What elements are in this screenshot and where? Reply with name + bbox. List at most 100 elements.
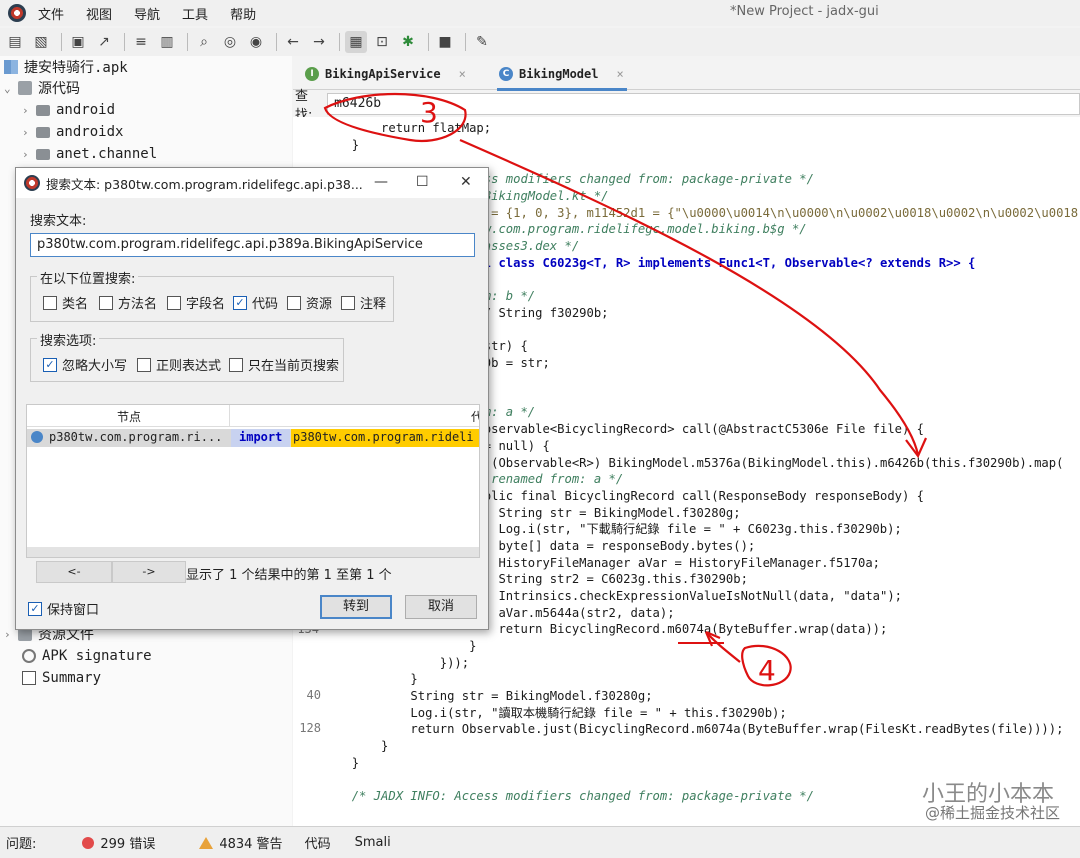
minimize-icon[interactable]: — [374, 174, 388, 190]
maximize-icon[interactable]: ☐ [416, 174, 429, 190]
tree-source-label: 源代码 [38, 81, 80, 97]
checkbox-box[interactable] [43, 295, 57, 310]
menu-file[interactable]: 文件 [38, 4, 64, 23]
back-icon[interactable]: ← [282, 31, 304, 53]
tab-code[interactable]: 代码 [305, 833, 331, 852]
tree-package-android[interactable]: › android [22, 99, 115, 121]
result-code: p380tw.com.program.rideli [291, 429, 479, 447]
chevron-right-icon[interactable]: › [22, 148, 36, 161]
toolbar-divider [187, 33, 188, 51]
next-page-button[interactable]: -> [112, 561, 186, 583]
search-options-group: 搜索选项: ✓ 忽略大小写 正则表达式 只在当前页搜索 [30, 330, 344, 382]
menu-help[interactable]: 帮助 [230, 4, 256, 23]
watermark: @稀土掘金技术社区 [924, 804, 1060, 822]
code-line: } [293, 672, 418, 686]
checkbox-box[interactable] [167, 295, 181, 310]
tree-source-code[interactable]: ⌄ 源代码 [4, 77, 80, 99]
checkbox-code[interactable]: ✓ 代码 [233, 293, 278, 312]
code-line: } [293, 756, 360, 770]
error-count[interactable]: 299 错误 [100, 833, 155, 852]
horizontal-scrollbar[interactable] [27, 547, 479, 557]
prev-page-button[interactable]: <- [36, 561, 112, 583]
checkbox-ignore-case[interactable]: ✓ 忽略大小写 [43, 355, 127, 374]
debug-bug-icon[interactable]: ✱ [397, 31, 419, 53]
toolbar-divider [465, 33, 466, 51]
checkbox-current-page[interactable]: 只在当前页搜索 [229, 355, 339, 374]
menu-navigation[interactable]: 导航 [134, 4, 160, 23]
column-divider[interactable] [229, 405, 230, 427]
checkbox-field-name[interactable]: 字段名 [167, 293, 225, 312]
menu-tools[interactable]: 工具 [182, 4, 208, 23]
checkbox-comments[interactable]: 注释 [341, 293, 386, 312]
search-text-dialog: 搜索文本: p380tw.com.program.ridelifegc.api.… [15, 167, 489, 630]
close-icon[interactable]: × [616, 67, 623, 81]
flatten-packages-icon[interactable]: ▥ [156, 31, 178, 53]
checkbox-class-name[interactable]: 类名 [43, 293, 88, 312]
deobfuscation-icon[interactable]: ▦ [345, 31, 367, 53]
close-icon[interactable]: ✕ [460, 174, 472, 190]
checkbox-regex[interactable]: 正则表达式 [137, 355, 221, 374]
menu-bar: 文件 视图 导航 工具 帮助 *New Project - jadx-gui [0, 0, 1080, 26]
export-icon[interactable]: ↗ [93, 31, 115, 53]
cancel-button[interactable]: 取消 [405, 595, 477, 619]
checkbox-box[interactable]: ✓ [233, 295, 247, 310]
checkbox-box[interactable] [341, 295, 355, 310]
warning-icon [199, 836, 214, 849]
quick-search-icon[interactable]: ⊡ [371, 31, 393, 53]
menu-view[interactable]: 视图 [86, 4, 112, 23]
sync-tree-icon[interactable]: ≡ [130, 31, 152, 53]
log-viewer-icon[interactable]: ■ [434, 31, 456, 53]
column-node[interactable]: 节点 [117, 408, 141, 425]
search-text-input[interactable]: p380tw.com.program.ridelifegc.api.p389a.… [30, 233, 475, 257]
code-line: /* JADX INFO: Access modifiers changed f… [293, 789, 814, 803]
tree-package-anet-channel[interactable]: › anet.channel [22, 143, 157, 165]
code-line: })); [293, 656, 470, 670]
checkbox-box[interactable]: ✓ [28, 601, 42, 616]
save-icon[interactable]: ▣ [67, 31, 89, 53]
goto-button[interactable]: 转到 [320, 595, 392, 619]
checkbox-method-name[interactable]: 方法名 [99, 293, 157, 312]
tree-package-androidx[interactable]: › androidx [22, 121, 123, 143]
search-icon[interactable]: ⌕ [193, 31, 215, 53]
code-line: String str = BikingModel.f30280g; [293, 689, 653, 703]
tab-smali[interactable]: Smali [355, 835, 391, 850]
tree-root-label: 捷安特骑行.apk [24, 60, 128, 76]
checkbox-box[interactable]: ✓ [43, 357, 57, 372]
tab-biking-model[interactable]: C BikingModel × [499, 60, 624, 88]
checkbox-keep-window[interactable]: ✓ 保持窗口 [28, 599, 99, 618]
tab-label: BikingApiService [325, 67, 441, 81]
class-icon [31, 431, 43, 443]
preferences-wrench-icon[interactable]: ✎ [471, 31, 493, 53]
search-location-group: 在以下位置搜索: 类名 方法名 字段名 ✓ 代码 资源 注释 [30, 268, 394, 322]
toolbar-divider [339, 33, 340, 51]
checkbox-resources[interactable]: 资源 [287, 293, 332, 312]
column-code[interactable]: 代 [471, 408, 479, 425]
forward-icon[interactable]: → [308, 31, 330, 53]
tab-biking-api-service[interactable]: I BikingApiService × [305, 60, 466, 88]
add-file-icon[interactable]: ▧ [30, 31, 52, 53]
checkbox-box[interactable] [229, 357, 243, 372]
dialog-title: 搜索文本: p380tw.com.program.ridelifegc.api.… [46, 176, 363, 192]
checkbox-box[interactable] [287, 295, 301, 310]
code-line: return flatMap; [293, 121, 492, 135]
results-table[interactable]: 节点 代 p380tw.com.program.ri... import p38… [26, 404, 480, 558]
usage-search-icon[interactable]: ◉ [245, 31, 267, 53]
result-keyword: import [231, 429, 291, 447]
app-logo-icon [8, 4, 26, 22]
chevron-right-icon[interactable]: › [22, 104, 36, 117]
tree-summary[interactable]: Summary [22, 667, 101, 689]
open-folder-icon[interactable]: ▤ [4, 31, 26, 53]
chevron-down-icon[interactable]: ⌄ [4, 82, 18, 95]
class-search-icon[interactable]: ◎ [219, 31, 241, 53]
warning-count[interactable]: 4834 警告 [219, 833, 282, 852]
checkbox-box[interactable] [137, 357, 151, 372]
tree-summary-label: Summary [42, 670, 102, 686]
result-row[interactable]: p380tw.com.program.ri... import p380tw.c… [27, 429, 479, 447]
search-input[interactable]: m6426b [327, 93, 1080, 115]
problems-label: 问题: [6, 837, 37, 852]
chevron-right-icon[interactable]: › [22, 126, 36, 139]
checkbox-box[interactable] [99, 295, 113, 310]
close-icon[interactable]: × [459, 67, 466, 81]
tree-apk-signature[interactable]: APK signature [22, 645, 152, 667]
tree-root[interactable]: 捷安特骑行.apk [4, 56, 128, 78]
